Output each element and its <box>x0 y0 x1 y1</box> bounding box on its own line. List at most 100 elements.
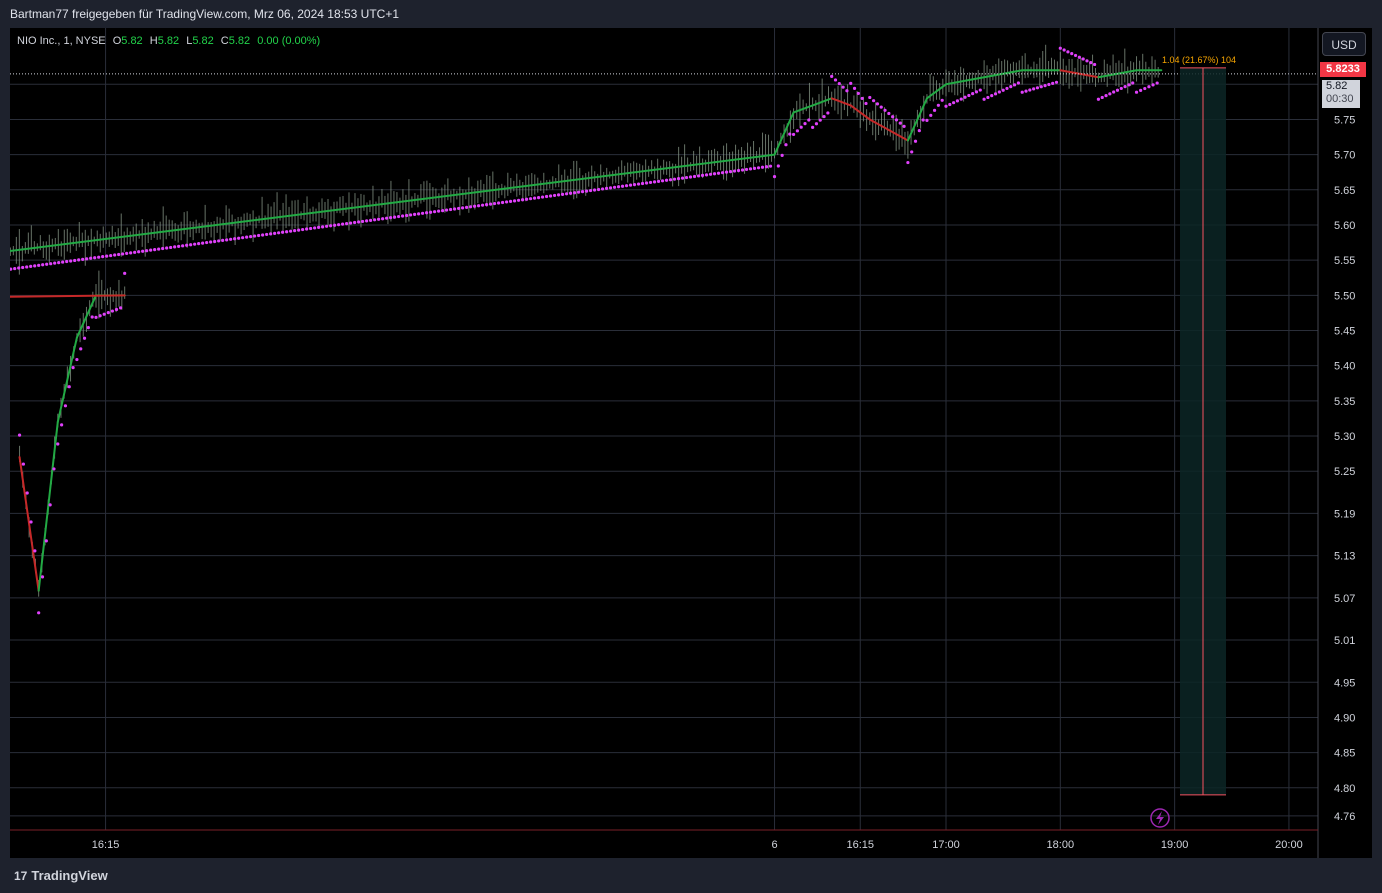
psar-dot <box>736 168 741 173</box>
psar-dot <box>913 139 918 143</box>
brand-name: TradingView <box>31 868 108 883</box>
psar-dot <box>69 259 73 263</box>
psar-dot <box>305 227 309 231</box>
psar-dot <box>592 188 597 192</box>
psar-dot <box>860 96 864 101</box>
psar-dot <box>425 211 429 215</box>
psar-dot <box>944 104 948 108</box>
psar-dot <box>56 442 60 446</box>
psar-dot <box>60 423 64 427</box>
psar-dot <box>21 462 25 466</box>
psar-dot <box>185 243 189 247</box>
psar-dot <box>552 193 557 198</box>
y-tick-label: 5.55 <box>1334 255 1355 267</box>
last-price-badge: 5.82 00:30 <box>1322 80 1360 108</box>
psar-dot <box>925 118 929 122</box>
y-tick-label: 4.80 <box>1334 783 1355 795</box>
lightning-icon-glyph <box>1156 811 1164 825</box>
psar-dot <box>273 231 277 235</box>
psar-dot <box>1073 53 1078 58</box>
psar-dot <box>285 230 289 234</box>
price-badge: 5.8233 <box>1320 62 1366 77</box>
psar-dot <box>948 102 952 107</box>
psar-dot <box>640 181 645 186</box>
psar-dot <box>952 101 956 105</box>
psar-dot <box>45 262 49 266</box>
psar-dot <box>413 212 417 216</box>
psar-dot <box>157 247 161 251</box>
price-chart-svg[interactable]: 4.76 4.80 4.85 4.90 4.95 5.01 5.07 5.13 5.19 5.25… <box>10 28 1372 858</box>
psar-dot <box>17 433 22 437</box>
psar-dot <box>17 266 21 270</box>
psar-dot <box>33 549 37 553</box>
last-price: 5.82 <box>1326 80 1348 92</box>
psar-dot <box>401 214 405 218</box>
psar-dot <box>696 174 701 178</box>
psar-dot <box>1051 81 1055 86</box>
psar-dot <box>917 129 921 133</box>
open-value: 5.82 <box>121 35 143 47</box>
psar-dot <box>333 223 337 227</box>
psar-dot <box>760 165 765 169</box>
psar-dot <box>49 262 53 266</box>
psar-dot <box>125 251 129 255</box>
psar-dot <box>1039 85 1043 89</box>
psar-dot <box>217 239 221 243</box>
y-tick-label: 4.85 <box>1334 748 1355 760</box>
psar-dot <box>971 92 975 96</box>
psar-dot <box>656 179 661 183</box>
psar-dot <box>700 173 705 177</box>
psar-dot <box>209 240 213 244</box>
psar-dot <box>456 206 461 211</box>
psar-dot <box>963 95 967 99</box>
psar-dot <box>93 256 97 260</box>
psar-dot <box>879 105 883 109</box>
psar-dot <box>936 103 940 107</box>
psar-dot <box>177 244 181 248</box>
psar-dot <box>660 179 665 183</box>
psar-dot <box>672 177 677 181</box>
psar-dot <box>612 185 617 189</box>
psar-dot <box>472 204 477 208</box>
chart-area[interactable]: 4.76 4.80 4.85 4.90 4.95 5.01 5.07 5.13 5.19 5.25… <box>10 28 1372 858</box>
psar-dot <box>77 258 81 262</box>
psar-dot <box>520 198 525 202</box>
y-tick-label: 5.07 <box>1334 593 1355 605</box>
psar-dot <box>153 248 157 252</box>
psar-dot <box>748 167 753 171</box>
psar-dot <box>1009 85 1013 89</box>
y-tick-label: 5.35 <box>1334 396 1355 408</box>
psar-dot <box>837 81 841 86</box>
psar-dot <box>476 204 481 208</box>
psar-dot <box>1155 81 1159 85</box>
psar-dot <box>365 219 369 223</box>
psar-dot <box>75 357 79 362</box>
tradingview-logo[interactable]: 17 TradingView <box>14 868 108 883</box>
psar-dot <box>433 210 437 214</box>
psar-dot <box>974 90 979 94</box>
psar-dot <box>784 143 788 147</box>
psar-dot <box>173 245 177 249</box>
psar-dot <box>978 88 982 92</box>
psar-dot <box>337 223 341 227</box>
psar-dot <box>484 203 489 207</box>
psar-dot <box>772 175 777 179</box>
y-tick-label: 5.25 <box>1334 466 1355 478</box>
psar-dot <box>1096 97 1101 101</box>
psar-dot <box>1070 52 1074 56</box>
psar-dot <box>704 173 709 177</box>
psar-dot <box>852 86 857 90</box>
psar-dot <box>986 95 990 100</box>
psar-dot <box>624 184 629 188</box>
psar-dot <box>33 264 37 268</box>
psar-dot <box>1028 88 1032 92</box>
psar-dot <box>345 222 349 226</box>
psar-dot <box>1089 61 1093 65</box>
psar-dot <box>740 168 745 172</box>
psar-dot <box>1035 86 1040 90</box>
psar-dot <box>894 118 899 122</box>
psar-dot <box>1001 88 1005 92</box>
psar-dot <box>512 199 517 203</box>
currency-button[interactable]: USD <box>1322 32 1366 56</box>
psar-dot <box>1020 90 1024 94</box>
